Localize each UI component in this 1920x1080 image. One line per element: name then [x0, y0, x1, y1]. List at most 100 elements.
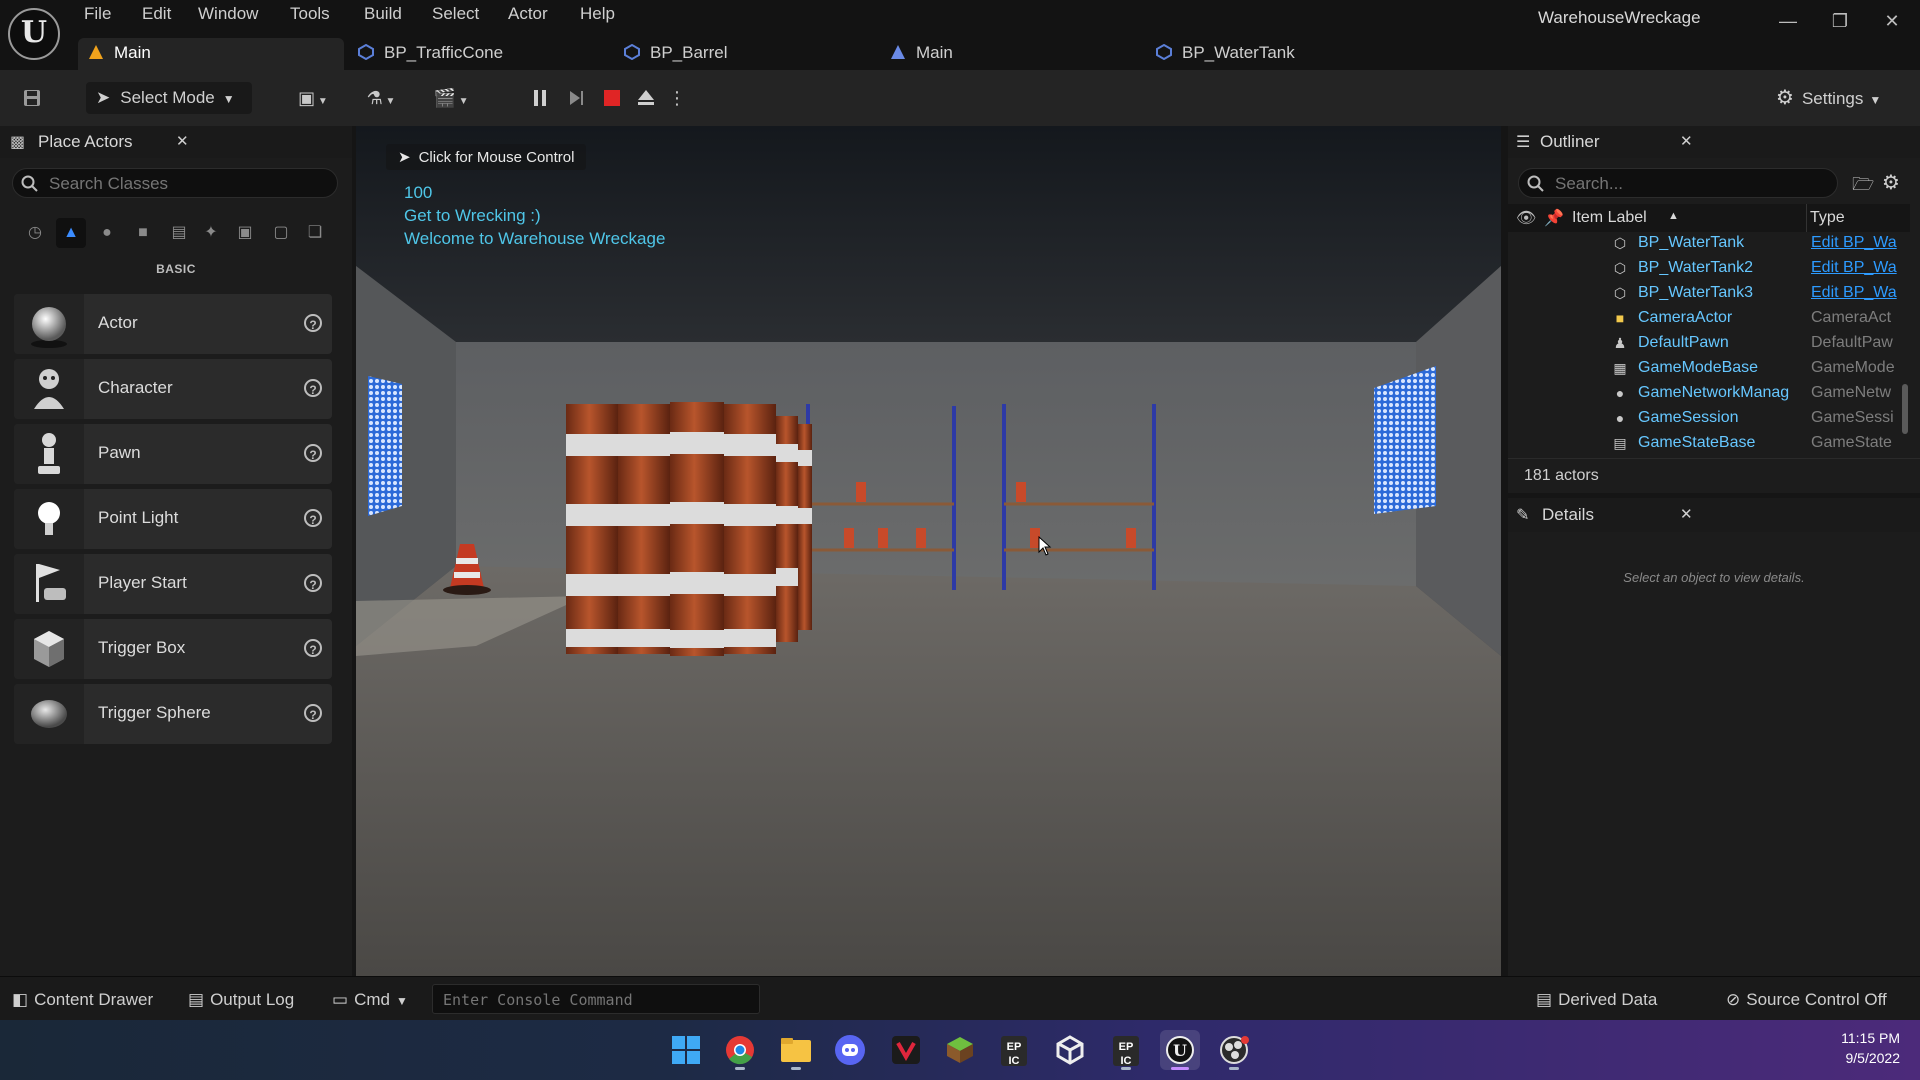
add-content-icon[interactable]: ▣ ▼ — [290, 84, 336, 112]
play-options-icon[interactable]: ⋮ — [668, 84, 686, 112]
source-control-button[interactable]: ⊘ Source Control Off — [1726, 986, 1916, 1014]
close-window-icon[interactable]: ✕ — [1872, 8, 1912, 34]
outliner-tab[interactable]: ☰ Outliner ✕ — [1508, 126, 1920, 158]
outliner-row[interactable]: ⬡ BP_WaterTank Edit BP_Wa — [1508, 231, 1908, 256]
vivaldi-icon[interactable] — [886, 1030, 926, 1070]
help-icon[interactable]: ? — [304, 314, 322, 332]
chrome-icon[interactable] — [720, 1030, 760, 1070]
restore-icon[interactable]: ❐ — [1820, 8, 1860, 34]
close-icon[interactable]: ✕ — [1680, 505, 1693, 523]
close-icon[interactable]: ✕ — [1680, 132, 1693, 150]
epic-games-launcher-icon[interactable]: EP IC — [1106, 1030, 1146, 1070]
tab-bp-trafficcone[interactable]: BP_TrafficCone — [348, 38, 598, 70]
menu-window[interactable]: Window — [198, 4, 258, 26]
tab-bp-watertank[interactable]: BP_WaterTank — [1146, 38, 1406, 70]
place-actors-tab[interactable]: ▩ Place Actors ✕ — [0, 126, 352, 158]
menu-actor[interactable]: Actor — [508, 4, 548, 26]
derived-data-button[interactable]: ▤ Derived Data — [1536, 986, 1686, 1014]
search-classes-input[interactable] — [47, 173, 331, 195]
outliner-row[interactable]: ■ CameraActor CameraAct — [1508, 306, 1908, 331]
lights-icon[interactable]: ● — [92, 218, 122, 248]
menu-select[interactable]: Select — [432, 4, 479, 26]
basic-category-icon[interactable]: ▲ — [56, 218, 86, 248]
pin-icon[interactable]: 📌 — [1544, 208, 1564, 228]
actor-item-point-light[interactable]: Point Light ? — [14, 489, 332, 549]
actor-item-pawn[interactable]: Pawn ? — [14, 424, 332, 484]
menu-help[interactable]: Help — [580, 4, 615, 26]
save-icon[interactable] — [18, 84, 46, 112]
recent-icon[interactable]: ◷ — [20, 218, 50, 248]
skip-frame-icon[interactable] — [562, 84, 590, 112]
outliner-row[interactable]: ♟ DefaultPawn DefaultPaw — [1508, 331, 1908, 356]
outliner-scrollbar[interactable] — [1902, 384, 1908, 434]
outliner-row[interactable]: ▤ GameStateBase GameState — [1508, 431, 1908, 456]
help-icon[interactable]: ? — [304, 574, 322, 592]
actor-item-trigger-sphere[interactable]: Trigger Sphere ? — [14, 684, 332, 744]
outliner-row[interactable]: ● GameNetworkManag GameNetw — [1508, 381, 1908, 406]
close-icon[interactable]: ✕ — [176, 132, 189, 150]
edit-blueprint-link[interactable]: Edit BP_Wa — [1811, 284, 1897, 302]
menu-build[interactable]: Build — [364, 4, 402, 26]
add-folder-icon[interactable]: 🗁 — [1852, 172, 1874, 202]
select-mode-dropdown[interactable]: ➤ Select Mode ▼ — [86, 82, 252, 114]
details-tab[interactable]: ✎ Details ✕ — [1508, 498, 1920, 532]
all-classes-icon[interactable]: ❏ — [300, 218, 330, 248]
outliner-row[interactable]: ⬡ BP_WaterTank2 Edit BP_Wa — [1508, 256, 1908, 281]
column-item-label[interactable]: Item Label — [1572, 209, 1647, 227]
actor-item-character[interactable]: Character ? — [14, 359, 332, 419]
outliner-row[interactable]: ● GameSession GameSessi — [1508, 406, 1908, 431]
console-command-input[interactable] — [441, 989, 745, 1011]
actor-item-trigger-box[interactable]: Trigger Box ? — [14, 619, 332, 679]
menu-file[interactable]: File — [84, 4, 111, 26]
help-icon[interactable]: ? — [304, 444, 322, 462]
help-icon[interactable]: ? — [304, 509, 322, 527]
cinematics-icon[interactable]: 🎬 ▼ — [428, 84, 474, 112]
windows-start-icon[interactable] — [666, 1030, 706, 1070]
pause-icon[interactable] — [526, 84, 554, 112]
eject-icon[interactable] — [632, 84, 660, 112]
unreal-logo-icon[interactable]: U — [8, 8, 60, 60]
visibility-eye-icon[interactable]: 👁 — [1516, 208, 1536, 228]
stop-icon[interactable] — [598, 84, 626, 112]
clock-date[interactable]: 9/5/2022 — [1824, 1050, 1901, 1066]
edit-blueprint-link[interactable]: Edit BP_Wa — [1811, 259, 1897, 277]
obs-icon[interactable] — [1214, 1030, 1254, 1070]
outliner-row[interactable]: ⬡ BP_WaterTank3 Edit BP_Wa — [1508, 281, 1908, 306]
tab-main-2[interactable]: Main — [880, 38, 1130, 70]
file-explorer-icon[interactable] — [776, 1030, 816, 1070]
output-log-button[interactable]: ▤ Output Log — [188, 986, 318, 1014]
volumes-icon[interactable]: ▢ — [266, 218, 296, 248]
epic-games-icon[interactable]: EP IC — [994, 1030, 1034, 1070]
geometry-icon[interactable]: ▣ — [230, 218, 260, 248]
content-drawer-button[interactable]: ◧ Content Drawer — [12, 986, 172, 1014]
tab-main-level[interactable]: Main — [78, 38, 344, 70]
blueprints-icon[interactable]: ⚗ ▼ — [358, 84, 404, 112]
minimize-icon[interactable]: — — [1768, 8, 1808, 34]
outliner-search-field[interactable] — [1518, 168, 1838, 198]
help-icon[interactable]: ? — [304, 639, 322, 657]
settings-button[interactable]: ⚙ Settings ▼ — [1776, 82, 1906, 114]
mouse-control-hint[interactable]: ➤ Click for Mouse Control — [386, 144, 587, 170]
unreal-engine-icon[interactable]: U — [1160, 1030, 1200, 1070]
outliner-search-input[interactable] — [1553, 173, 1827, 195]
gear-icon[interactable]: ⚙ — [1882, 170, 1900, 195]
edit-blueprint-link[interactable]: Edit BP_Wa — [1811, 234, 1897, 252]
discord-icon[interactable] — [830, 1030, 870, 1070]
level-viewport[interactable]: ➤ Click for Mouse Control 100 Get to Wrec… — [356, 126, 1501, 976]
clock-time[interactable]: 11:15 PM — [1824, 1030, 1900, 1046]
menu-edit[interactable]: Edit — [142, 4, 171, 26]
outliner-row[interactable]: ▦ GameModeBase GameMode — [1508, 356, 1908, 381]
help-icon[interactable]: ? — [304, 379, 322, 397]
tab-bp-barrel[interactable]: BP_Barrel — [614, 38, 864, 70]
unity-icon[interactable] — [1050, 1030, 1090, 1070]
actor-item-player-start[interactable]: Player Start ? — [14, 554, 332, 614]
visual-effects-icon[interactable]: ✦ — [196, 218, 226, 248]
menu-tools[interactable]: Tools — [290, 4, 330, 26]
console-command-field[interactable] — [432, 984, 760, 1014]
cinematic-icon[interactable]: ▤ — [164, 218, 194, 248]
actor-item-actor[interactable]: Actor ? — [14, 294, 332, 354]
cmd-dropdown[interactable]: ▭ Cmd ▼ — [332, 986, 422, 1014]
shapes-icon[interactable]: ■ — [128, 218, 158, 248]
search-classes-field[interactable] — [12, 168, 338, 198]
minecraft-icon[interactable] — [940, 1030, 980, 1070]
